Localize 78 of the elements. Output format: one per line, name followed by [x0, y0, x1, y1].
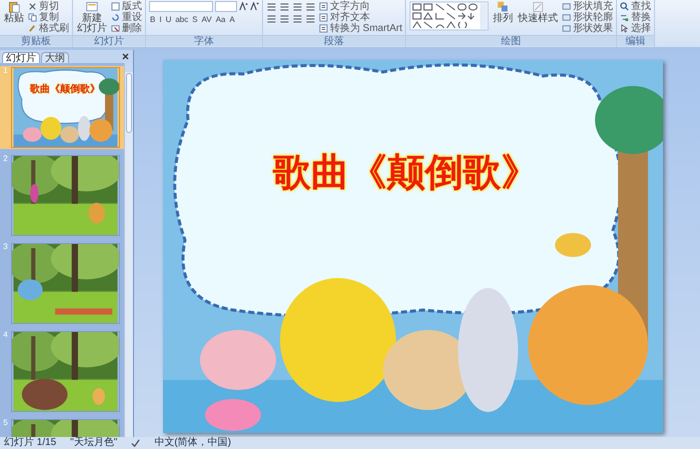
ribbon-button[interactable]: 版式 [111, 1, 142, 12]
shrink-font-icon[interactable] [250, 2, 259, 11]
slide-thumbnail[interactable]: 歌曲《颠倒歌》 [11, 67, 120, 148]
list-icon[interactable] [305, 2, 316, 12]
slide-title: 歌曲《颠倒歌》 [273, 151, 539, 196]
ribbon-button[interactable]: 形状效果 [562, 23, 614, 34]
grow-font-icon[interactable] [239, 2, 248, 11]
group-label: 剪贴板 [21, 36, 51, 46]
ribbon-button[interactable]: 重设 [111, 12, 142, 23]
font-name-field[interactable] [149, 1, 213, 12]
text-icon [319, 24, 328, 33]
text-icon [319, 13, 328, 22]
ribbon-button[interactable]: 选择 [620, 23, 652, 34]
panel-tab[interactable]: 大纲 [41, 52, 69, 63]
ribbon-button[interactable]: 剪切 [28, 1, 69, 12]
copy-icon [28, 13, 37, 22]
language-label: 中文(简体，中国) [154, 437, 232, 449]
delete-icon [111, 24, 120, 33]
slide-counter: 幻灯片 1/15 [4, 437, 56, 449]
ribbon-button[interactable]: 对齐文本 [319, 12, 402, 23]
new-slide-icon [86, 1, 98, 13]
ribbon-button[interactable]: 新建 幻灯片 [76, 1, 108, 34]
group-label: 绘图 [501, 36, 522, 46]
group-label: 幻灯片 [94, 36, 124, 46]
slide-number: 1 [3, 66, 8, 76]
ribbon-button[interactable]: 形状填充 [562, 1, 614, 12]
group-label: 段落 [324, 36, 344, 46]
list-icon[interactable] [292, 2, 303, 12]
ribbon-button[interactable]: 转换为 SmartArt [319, 23, 402, 34]
scrollbar[interactable] [124, 63, 133, 437]
align-icon[interactable] [305, 14, 316, 24]
group-label: 编辑 [626, 36, 646, 46]
align-icon[interactable] [292, 14, 303, 24]
format-button[interactable]: Aa [214, 15, 226, 25]
slide-number: 5 [3, 418, 8, 428]
scissors-icon [28, 2, 37, 11]
ribbon-button[interactable]: 复制 [28, 12, 69, 23]
shapes-gallery-icon[interactable] [409, 1, 490, 31]
spell-check-icon [131, 438, 140, 448]
search-icon [620, 2, 630, 11]
ribbon-button[interactable]: 删除 [111, 23, 142, 34]
ribbon-button[interactable]: 格式刷 [28, 23, 69, 34]
replace-icon [620, 13, 630, 22]
slide-number: 3 [3, 242, 8, 252]
format-button[interactable]: abc [174, 15, 190, 25]
brush-icon [28, 24, 37, 33]
ribbon-button[interactable]: 形状轮廓 [562, 12, 614, 23]
format-button[interactable]: S [191, 15, 199, 25]
reset-icon [111, 13, 120, 22]
close-icon[interactable] [122, 53, 129, 60]
cursor-icon [620, 24, 630, 33]
arrange-icon [497, 1, 510, 13]
quick-styles-icon [532, 1, 544, 13]
format-button[interactable]: AV [200, 15, 213, 25]
ribbon-button[interactable]: 排列 [492, 1, 514, 24]
ribbon-button[interactable]: 查找 [620, 1, 652, 12]
ribbon-button[interactable]: 替换 [620, 12, 652, 23]
format-button[interactable]: U [164, 15, 172, 25]
thumbnail-title: 歌曲《颠倒歌》 [30, 84, 100, 96]
format-button[interactable]: B [149, 15, 156, 25]
clipboard-icon [8, 1, 20, 13]
text-icon [319, 2, 328, 11]
align-icon[interactable] [266, 14, 277, 24]
font-size-field[interactable] [215, 1, 237, 12]
slide-number: 4 [3, 330, 8, 340]
format-button[interactable]: I [158, 15, 163, 25]
slide-number: 2 [3, 154, 8, 164]
layout-icon [111, 2, 120, 11]
ribbon-button[interactable]: 粘贴 [3, 1, 25, 24]
list-icon[interactable] [279, 2, 290, 12]
ribbon-button[interactable]: 快速样式 [517, 1, 560, 24]
group-label: 字体 [194, 36, 214, 46]
list-icon[interactable] [266, 2, 277, 12]
align-icon[interactable] [279, 14, 290, 24]
ribbon-button[interactable]: 文字方向 [319, 1, 402, 12]
panel-tab[interactable]: 幻灯片 [2, 52, 40, 63]
theme-name: "天坛月色" [70, 437, 118, 449]
format-button[interactable]: A [228, 15, 236, 25]
